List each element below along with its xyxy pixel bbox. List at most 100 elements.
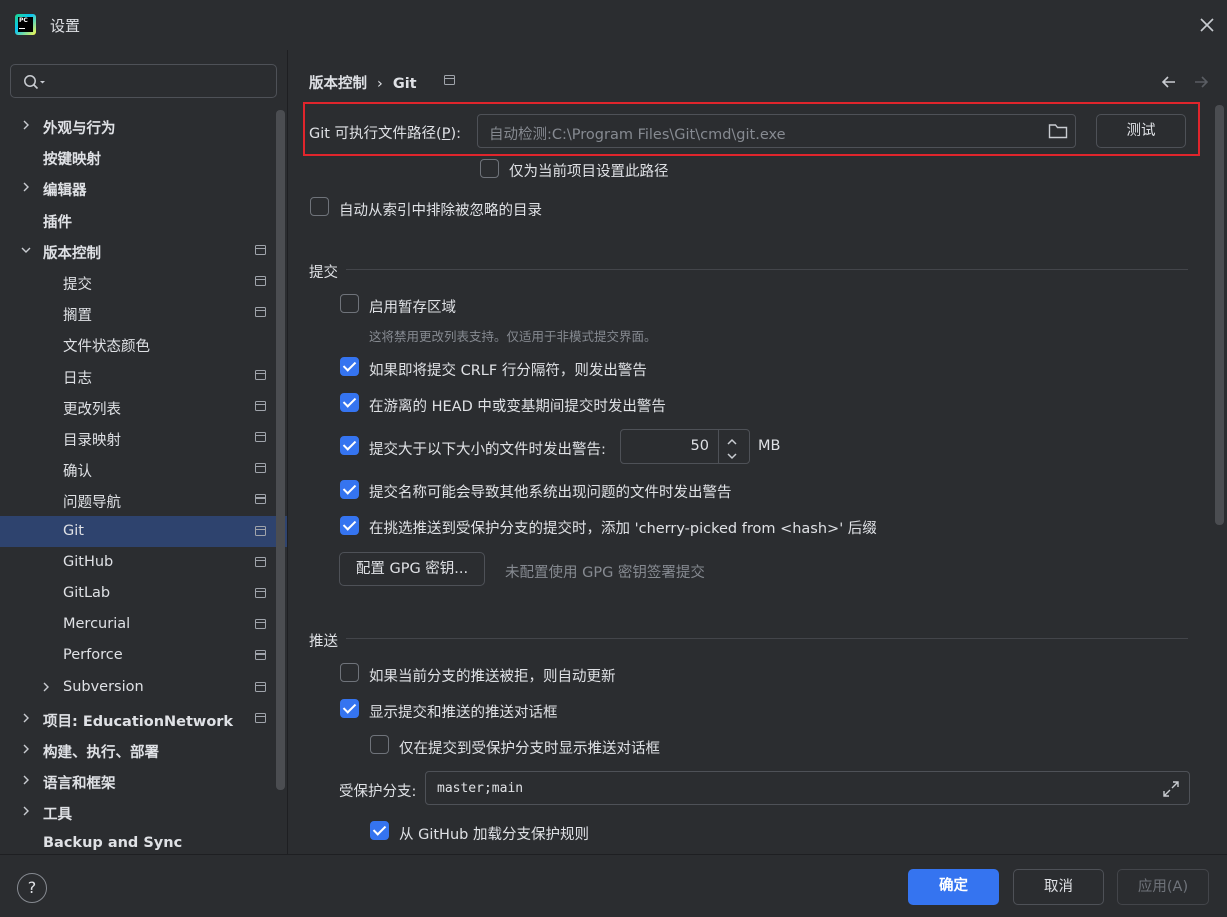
- git-path-placeholder: 自动检测:C:\Program Files\Git\cmd\git.exe: [489, 127, 786, 143]
- sidebar-item[interactable]: Subversion: [0, 672, 287, 703]
- crlf-warning-checkbox[interactable]: [340, 357, 359, 376]
- sidebar-item[interactable]: 项目: EducationNetwork: [0, 703, 287, 734]
- staging-checkbox[interactable]: [340, 294, 359, 313]
- sidebar-item-label: GitLab: [63, 585, 111, 601]
- sidebar-item[interactable]: 问题导航: [0, 484, 287, 515]
- test-button[interactable]: 测试: [1096, 114, 1186, 148]
- push-section-divider: [346, 638, 1188, 639]
- commit-section-divider: [346, 269, 1188, 270]
- dialog-footer: ? 确定 取消 应用(A): [0, 854, 1227, 917]
- sidebar-item[interactable]: 更改列表: [0, 391, 287, 422]
- content-scrollbar[interactable]: [1215, 105, 1224, 525]
- gpg-status: 未配置使用 GPG 密钥签署提交: [505, 565, 705, 581]
- staging-hint: 这将禁用更改列表支持。仅适用于非模式提交界面。: [369, 329, 657, 344]
- sidebar-item-label: Subversion: [63, 678, 144, 695]
- sidebar-item[interactable]: 构建、执行、部署: [0, 734, 287, 765]
- chevron-right-icon[interactable]: [20, 119, 32, 131]
- sidebar-item-label: Backup and Sync: [43, 834, 183, 851]
- chevron-down-icon[interactable]: [20, 244, 32, 256]
- sidebar-item[interactable]: 确认: [0, 453, 287, 484]
- chevron-right-icon[interactable]: [20, 712, 32, 724]
- project-scope-icon: [255, 556, 266, 567]
- large-files-label: 提交大于以下大小的文件时发出警告:: [369, 442, 606, 458]
- bad-names-checkbox[interactable]: [340, 480, 359, 499]
- chevron-right-icon[interactable]: [20, 181, 32, 193]
- cancel-button[interactable]: 取消: [1013, 869, 1104, 905]
- large-files-size-stepper[interactable]: 50: [620, 429, 750, 464]
- protected-branches-input[interactable]: master;main: [425, 771, 1190, 805]
- sidebar-item-label: 版本控制: [43, 245, 101, 262]
- chevron-right-icon[interactable]: [20, 743, 32, 755]
- chevron-right-icon[interactable]: [20, 774, 32, 786]
- detached-head-checkbox[interactable]: [340, 393, 359, 412]
- show-push-dialog-checkbox[interactable]: [340, 699, 359, 718]
- github-rules-checkbox[interactable]: [370, 821, 389, 840]
- sidebar-item[interactable]: 外观与行为: [0, 110, 287, 141]
- sidebar-item[interactable]: Mercurial: [0, 609, 287, 640]
- sidebar-item[interactable]: 工具: [0, 796, 287, 827]
- sidebar-item-label: Git: [63, 522, 84, 539]
- protected-only-checkbox[interactable]: [370, 735, 389, 754]
- chevron-right-icon[interactable]: [20, 805, 32, 817]
- close-icon[interactable]: [1196, 14, 1218, 36]
- auto-update-label: 如果当前分支的推送被拒，则自动更新: [369, 669, 616, 685]
- bad-names-label: 提交名称可能会导致其他系统出现问题的文件时发出警告: [369, 485, 732, 501]
- auto-update-checkbox[interactable]: [340, 663, 359, 682]
- sidebar-item[interactable]: 日志: [0, 360, 287, 391]
- sidebar-item[interactable]: 语言和框架: [0, 765, 287, 796]
- sidebar-item-label: 编辑器: [43, 183, 87, 200]
- apply-button[interactable]: 应用(A): [1117, 869, 1209, 905]
- window-title: 设置: [50, 17, 81, 35]
- breadcrumb-parent[interactable]: 版本控制: [309, 76, 367, 92]
- sidebar-item-label: 提交: [63, 277, 92, 293]
- auto-exclude-label: 自动从索引中排除被忽略的目录: [339, 203, 542, 219]
- detached-head-label: 在游离的 HEAD 中或变基期间提交时发出警告: [369, 399, 666, 415]
- sidebar-item[interactable]: 文件状态颜色: [0, 328, 287, 359]
- git-path-input[interactable]: 自动检测:C:\Program Files\Git\cmd\git.exe: [477, 114, 1076, 148]
- push-section-title: 推送: [309, 634, 338, 650]
- ok-button[interactable]: 确定: [908, 869, 999, 905]
- sidebar-item[interactable]: Git: [0, 515, 287, 547]
- project-scope-icon: [255, 463, 266, 474]
- logo-text: PC: [19, 17, 28, 24]
- sidebar-item[interactable]: 搁置: [0, 297, 287, 328]
- sidebar-item-label: 文件状态颜色: [63, 339, 150, 356]
- sidebar-item-label: Mercurial: [63, 616, 131, 633]
- back-arrow-icon[interactable]: [1159, 72, 1179, 92]
- sidebar-scrollbar[interactable]: [276, 110, 285, 790]
- stepper-down-icon[interactable]: [725, 449, 739, 465]
- sidebar-item[interactable]: 版本控制: [0, 235, 287, 266]
- project-scope-icon: [255, 400, 266, 411]
- show-push-dialog-label: 显示提交和推送的推送对话框: [369, 705, 558, 721]
- forward-arrow-icon[interactable]: [1191, 72, 1211, 92]
- sidebar-item-label: 工具: [43, 807, 72, 824]
- cherry-pick-label: 在挑选推送到受保护分支的提交时，添加 'cherry-picked from <…: [369, 521, 877, 537]
- sidebar-item-label: 项目: EducationNetwork: [43, 713, 234, 730]
- sidebar-item[interactable]: 按键映射: [0, 141, 287, 172]
- project-scope-icon: [444, 75, 455, 85]
- sidebar-item[interactable]: Perforce: [0, 640, 287, 671]
- folder-icon[interactable]: [1048, 122, 1068, 144]
- github-rules-label: 从 GitHub 加载分支保护规则: [399, 827, 589, 843]
- sidebar-item-label: 语言和框架: [43, 776, 116, 793]
- sidebar-item[interactable]: 目录映射: [0, 422, 287, 453]
- sidebar-item[interactable]: GitHub: [0, 547, 287, 578]
- sidebar-item[interactable]: 提交: [0, 266, 287, 297]
- sidebar-item-label: 外观与行为: [43, 121, 116, 137]
- auto-exclude-checkbox[interactable]: [310, 197, 329, 216]
- breadcrumb-separator: ›: [377, 76, 383, 92]
- cherry-pick-checkbox[interactable]: [340, 516, 359, 535]
- configure-gpg-button[interactable]: 配置 GPG 密钥...: [339, 552, 485, 586]
- help-icon[interactable]: ?: [17, 873, 47, 903]
- sidebar-item[interactable]: 编辑器: [0, 172, 287, 203]
- project-scope-icon: [255, 681, 266, 692]
- stepper-divider: [718, 430, 719, 463]
- chevron-right-icon[interactable]: [40, 681, 52, 693]
- expand-icon[interactable]: [1161, 779, 1181, 803]
- search-input[interactable]: [10, 64, 277, 98]
- large-files-checkbox[interactable]: [340, 436, 359, 455]
- sidebar-item[interactable]: 插件: [0, 204, 287, 235]
- sidebar-item[interactable]: GitLab: [0, 578, 287, 609]
- project-only-checkbox[interactable]: [480, 159, 499, 178]
- breadcrumb: 版本控制 › Git: [309, 72, 417, 93]
